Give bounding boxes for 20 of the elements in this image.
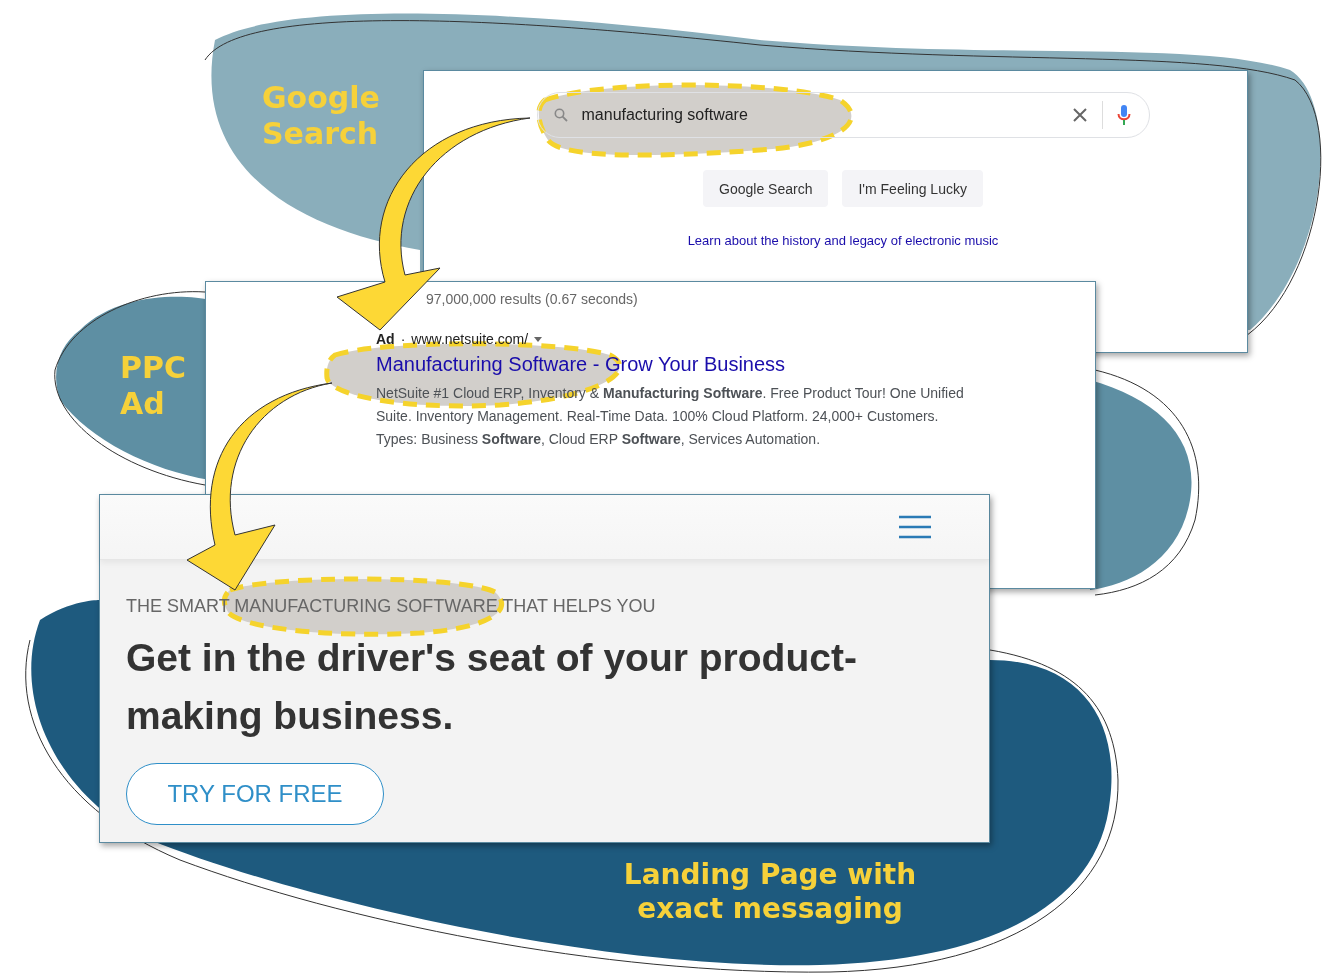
ad-types: Types: Business Software, Cloud ERP Software, Services Automation. [376,430,822,449]
ad-label: Ad [376,331,395,347]
ad-description: NetSuite #1 Cloud ERP, Inventory & Manufacturing Software. Free Product Tour! One Unified Suite. Inventory Management. Real-Time Data. 100% Cloud Platform. 24,000+ Customers. [376,384,965,426]
results-count: 97,000,000 results (0.67 seconds) [426,291,638,307]
landing-eyebrow: THE SMART MANUFACTURING SOFTWARE THAT HELPS YOU [126,596,656,617]
menu-icon[interactable] [899,515,931,539]
landing-headline: Get in the driver's seat of your product-making business. [126,635,858,739]
search-icon [553,108,568,122]
ad-title-link[interactable]: Manufacturing Software - Grow Your Business [376,353,786,376]
microphone-icon[interactable] [1116,104,1131,126]
search-button[interactable]: I'm Feeling Lucky [842,170,983,207]
separator-dot: · [400,331,406,347]
search-button[interactable]: Google Search [703,170,829,207]
caption: Landing Page with exact messaging [622,858,918,926]
try-button[interactable]: TRY FOR FREE [126,763,384,825]
ad-url: www.netsuite.com/ [411,331,529,347]
close-icon[interactable] [1071,107,1088,123]
caption: Google Search [262,80,380,152]
promo-link[interactable]: Learn about the history and legacy of electronic music [687,233,999,248]
caption: PPC Ad [120,350,186,422]
